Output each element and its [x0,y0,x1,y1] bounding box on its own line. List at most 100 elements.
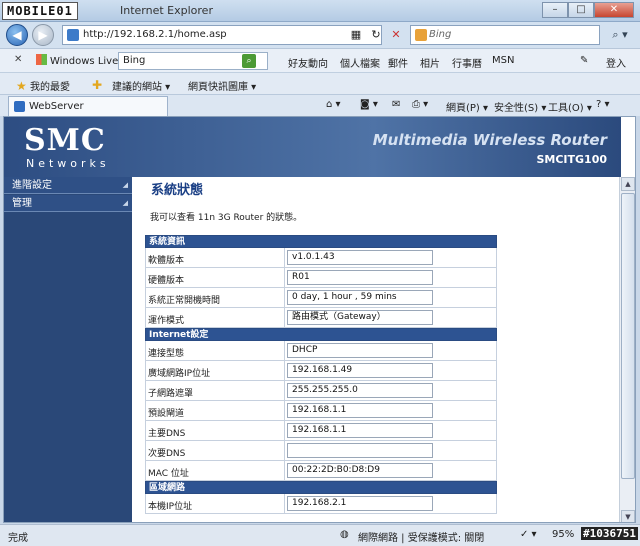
globe-icon: ◍ [340,529,349,540]
table-row: 次要DNS [145,441,497,461]
router-header: SMC Networks Multimedia Wireless Router … [4,117,621,177]
feeds-icon[interactable]: ◙ ▾ [360,99,378,110]
live-link-profile[interactable]: 個人檔案 [340,55,380,70]
table-row: 子網路遮罩 255.255.255.0 [145,381,497,401]
row-value: 192.168.1.49 [287,363,433,378]
row-label: 主要DNS [148,429,186,439]
web-slice-gallery-link[interactable]: 網頁快訊圖庫 ▾ [188,78,256,93]
watermark-id: #1036751 [581,527,638,540]
row-value: 192.168.2.1 [287,496,433,511]
scroll-down-icon[interactable]: ▼ [621,510,635,522]
add-favorite-icon[interactable]: ✚ [92,78,102,92]
scroll-up-icon[interactable]: ▲ [621,177,635,191]
row-value: v1.0.1.43 [287,250,433,265]
row-label: 連接型態 [148,349,185,359]
tab-title: WebServer [29,101,84,112]
sidebar-item-advanced[interactable]: 進階設定 [4,177,132,194]
maximize-button[interactable]: □ [568,2,594,18]
smc-networks-text: Networks [26,157,110,170]
row-label: 本機IP位址 [148,502,193,512]
section-header: 系統資訊 [145,235,497,248]
live-link-photos[interactable]: 相片 [420,55,440,70]
minimize-button[interactable]: – [542,2,568,18]
row-label: 廣域網路IP位址 [148,369,211,379]
live-link-friends[interactable]: 好友動向 [288,55,328,70]
page-menu[interactable]: 網頁(P) ▾ [446,99,488,114]
search-icon[interactable]: ⌕ ▾ [606,25,634,45]
table-row: 本機IP位址 192.168.2.1 [145,494,497,514]
compatibility-icon[interactable]: ▦ [348,27,364,43]
row-value: 0 day, 1 hour , 59 mins [287,290,433,305]
home-icon[interactable]: ⌂ ▾ [326,99,341,110]
windows-flag-icon [36,54,47,65]
row-value: 192.168.1.1 [287,403,433,418]
url-text: http://192.168.2.1/home.asp [83,29,227,40]
favorites-bar: ★ 我的最愛 ✚ 建議的網站 ▾ 網頁快訊圖庫 ▾ [0,72,640,94]
page-description: 我可以查看 11n 3G Router 的狀態。 [150,213,303,223]
suggested-sites-link[interactable]: 建議的網站 ▾ [112,78,170,93]
table-row: 預設閘道 192.168.1.1 [145,401,497,421]
url-input[interactable]: http://192.168.2.1/home.asp [62,25,382,45]
row-value: 00:22:2D:B0:D8:D9 [287,463,433,478]
print-icon[interactable]: ⎙ ▾ [412,99,428,110]
tab-webserver[interactable]: WebServer [8,96,168,117]
close-button[interactable]: ✕ [594,2,634,18]
sidebar-item-management[interactable]: 管理 [4,195,132,212]
smc-logo: SMC [24,123,106,158]
live-signin-link[interactable]: 登入 [606,55,626,70]
search-placeholder: Bing [429,29,452,40]
model-name: SMCITG100 [536,153,607,166]
sidebar: 進階設定 管理 [4,177,132,522]
live-link-calendar[interactable]: 行事曆 [452,55,482,70]
window-title: Internet Explorer [120,4,213,17]
table-row: 運作模式 路由模式（Gateway） [145,308,497,328]
table-row: 主要DNS 192.168.1.1 [145,421,497,441]
safety-menu[interactable]: 安全性(S) ▾ [494,99,546,114]
main-content: 系統狀態 我可以查看 11n 3G Router 的狀態。 系統資訊 軟體版本 v… [132,177,621,522]
tab-bar: WebServer ⌂ ▾ ◙ ▾ ✉ ⎙ ▾ 網頁(P) ▾ 安全性(S) ▾… [0,94,640,117]
row-value: 路由模式（Gateway） [287,310,433,325]
live-search-go-icon[interactable]: ⌕ [242,54,256,68]
help-icon[interactable]: ? ▾ [596,99,610,110]
bing-icon [415,29,427,41]
status-text: 完成 [8,533,28,544]
row-label: 運作模式 [148,316,185,326]
product-name: Multimedia Wireless Router [372,131,607,149]
address-bar: ◀ ▶ http://192.168.2.1/home.asp ▦ ↻ ✕ Bi… [0,22,640,48]
tools-status-icon[interactable]: ✓ ▾ [520,529,537,540]
back-button[interactable]: ◀ [6,24,28,46]
row-label: 次要DNS [148,449,186,459]
star-icon: ★ [16,79,27,93]
page-icon [67,29,79,41]
forward-button[interactable]: ▶ [32,24,54,46]
live-link-mail[interactable]: 郵件 [388,55,408,70]
mail-icon[interactable]: ✉ [392,99,400,110]
page-viewport: SMC Networks Multimedia Wireless Router … [3,116,636,523]
zoom-level[interactable]: 95% [552,529,574,540]
scroll-thumb[interactable] [621,193,635,479]
watermark-logo: MOBILE01 [2,2,78,20]
row-value: 255.255.255.0 [287,383,433,398]
vertical-scrollbar[interactable]: ▲ ▼ [619,177,635,522]
toolbar-close-icon[interactable]: ✕ [14,54,22,65]
table-row: 連接型態 DHCP [145,341,497,361]
window-controls: – □ ✕ [542,2,634,18]
status-table: 系統資訊 軟體版本 v1.0.1.43 硬體版本 R01 系統正常開機時間 0 da… [145,235,497,514]
refresh-icon[interactable]: ↻ [368,27,384,43]
live-options-icon[interactable]: ✎ [580,55,588,66]
windows-live-brand[interactable]: Windows Live [36,54,118,67]
row-label: 預設閘道 [148,409,185,419]
live-link-msn[interactable]: MSN [492,55,514,66]
row-value: R01 [287,270,433,285]
table-row: 廣域網路IP位址 192.168.1.49 [145,361,497,381]
row-label: 系統正常開機時間 [148,296,221,306]
tools-menu[interactable]: 工具(O) ▾ [548,99,592,114]
row-value [287,443,433,458]
security-zone[interactable]: 網際網路 | 受保護模式: 關閉 [358,529,484,544]
status-bar: 完成 ◍ 網際網路 | 受保護模式: 關閉 ✓ ▾ 95% #1036751 [0,524,640,546]
search-input[interactable]: Bing [410,25,600,45]
favorites-button[interactable]: ★ 我的最愛 [16,78,70,93]
title-bar: MOBILE01 Internet Explorer – □ ✕ [0,0,640,22]
stop-icon[interactable]: ✕ [388,27,404,43]
row-label: 軟體版本 [148,256,185,266]
